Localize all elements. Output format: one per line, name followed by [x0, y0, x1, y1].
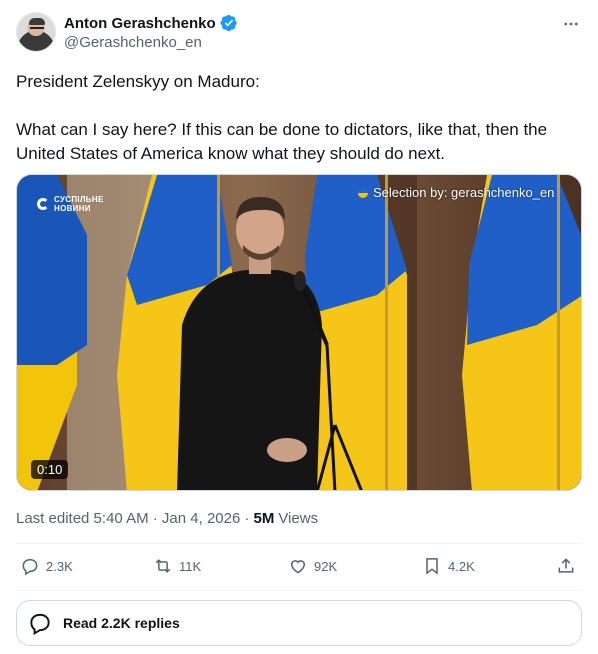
views-count: 5M: [253, 510, 275, 527]
author-handle[interactable]: @Gerashchenko_en: [64, 34, 202, 51]
heart-icon: [290, 560, 306, 574]
repost-icon: [155, 559, 171, 573]
views-label: Views: [278, 510, 319, 527]
author-display-name[interactable]: Anton Gerashchenko: [64, 15, 216, 32]
edited-timestamp[interactable]: Last edited 5:40 AM · Jan 4, 2026 ·: [16, 510, 249, 527]
bookmark-button[interactable]: 4.2K: [422, 556, 475, 576]
read-replies-label: Read 2.2K replies: [63, 615, 180, 631]
reply-bubble-icon: [30, 613, 50, 636]
channel-logo: СУСПІЛЬНЕ НОВИНИ: [37, 195, 114, 213]
divider-bottom: [16, 590, 582, 591]
repost-count: 11K: [179, 558, 202, 574]
reply-button[interactable]: 2.3K: [20, 556, 73, 576]
action-bar: 2.3K 11K 92K 4.2K: [16, 556, 582, 584]
share-button[interactable]: [556, 556, 576, 576]
channel-logo-text: СУСПІЛЬНЕ НОВИНИ: [54, 195, 104, 213]
tweet-text: President Zelenskyy on Maduro: What can …: [16, 70, 576, 166]
tweet-meta: Last edited 5:40 AM · Jan 4, 2026 · 5M V…: [16, 510, 318, 527]
avatar-glasses: [30, 27, 44, 30]
repost-button[interactable]: 11K: [153, 556, 201, 576]
tweet-text-line-1: President Zelenskyy on Maduro:: [16, 72, 260, 91]
tweet-text-line-2: What can I say here? If this can be done…: [16, 120, 548, 163]
more-options-icon[interactable]: [561, 14, 581, 34]
avatar-hair: [29, 18, 45, 25]
author-name-row[interactable]: Anton Gerashchenko: [64, 14, 238, 32]
author-avatar[interactable]: [16, 12, 56, 52]
watermark-text: Selection by: gerashchenko_en: [373, 185, 555, 200]
ukraine-flag-icon: [358, 187, 368, 198]
reply-icon: [22, 559, 38, 576]
video-frame: [17, 175, 581, 490]
bookmark-icon: [426, 558, 438, 575]
read-replies-button[interactable]: Read 2.2K replies: [16, 600, 582, 646]
like-count: 92K: [314, 558, 338, 574]
reply-count: 2.3K: [46, 558, 73, 574]
video-duration-badge: 0:10: [31, 460, 69, 479]
channel-logo-mark: [37, 198, 49, 210]
verified-badge-icon: [220, 14, 237, 32]
divider-top: [16, 543, 582, 544]
like-button[interactable]: 92K: [288, 556, 337, 576]
video-player[interactable]: СУСПІЛЬНЕ НОВИНИ Selection by: gerashche…: [16, 174, 582, 491]
bookmark-count: 4.2K: [448, 558, 475, 574]
share-icon: [558, 558, 574, 573]
video-watermark: Selection by: gerashchenko_en: [358, 185, 554, 200]
